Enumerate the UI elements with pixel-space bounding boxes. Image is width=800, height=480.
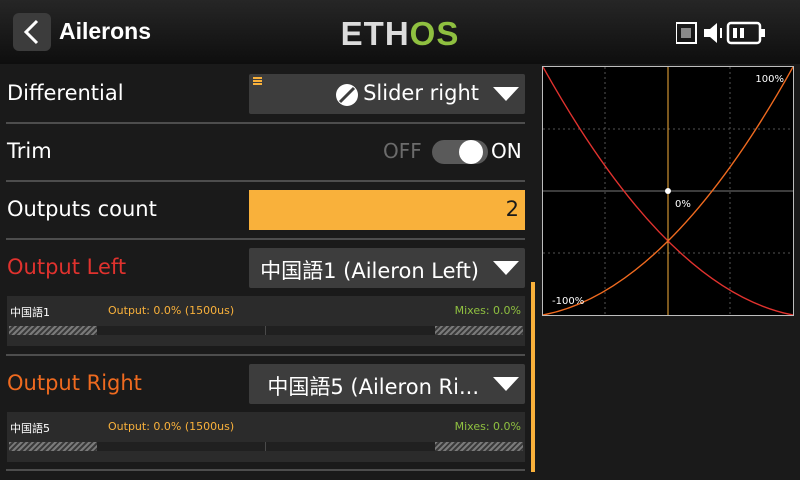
chevron-left-icon xyxy=(23,19,39,45)
output-left-select[interactable]: 中国語1 (Aileron Left) xyxy=(249,248,525,288)
menu-icon xyxy=(253,77,262,85)
outputs-count-label: Outputs count xyxy=(7,197,157,221)
monitor-channel-name: 中国語1 xyxy=(10,306,50,319)
center-label: 0% xyxy=(675,199,691,210)
divider xyxy=(6,180,525,182)
divider xyxy=(6,469,525,471)
back-button[interactable] xyxy=(13,13,51,51)
divider xyxy=(6,122,525,124)
monitor-mixes-value: Mixes: 0.0% xyxy=(454,420,521,433)
chevron-down-icon xyxy=(493,87,519,101)
center-point xyxy=(665,188,671,194)
monitor-channel-name: 中国語5 xyxy=(10,422,50,435)
curve-svg: 100% 0% -100% xyxy=(543,67,793,315)
output-left-value: 中国語1 (Aileron Left) xyxy=(260,259,479,283)
differential-value: Slider right xyxy=(363,81,479,105)
speaker-icon xyxy=(704,23,722,43)
output-right-select[interactable]: 中国語5 (Aileron Ri... xyxy=(249,364,525,404)
output-right-label: Output Right xyxy=(7,371,142,395)
trim-on-label: ON xyxy=(491,139,522,163)
output-bar-limit-left xyxy=(9,326,97,335)
top-label: 100% xyxy=(755,74,784,85)
square-indicator-icon xyxy=(676,22,697,44)
trim-label: Trim xyxy=(7,139,52,163)
differential-label: Differential xyxy=(7,81,124,105)
divider xyxy=(6,238,525,240)
battery-icon xyxy=(726,21,765,45)
scrollbar[interactable] xyxy=(531,282,535,472)
trim-off-label: OFF xyxy=(383,139,422,163)
output-left-label: Output Left xyxy=(7,255,127,279)
page-title: Ailerons xyxy=(59,18,152,44)
output-bar-center xyxy=(265,442,266,451)
differential-select[interactable]: Slider right xyxy=(249,74,525,114)
ethos-logo: ETHOS xyxy=(341,15,460,52)
output-right-value: 中国語5 (Aileron Ri... xyxy=(267,375,479,399)
bottom-label: -100% xyxy=(552,296,584,307)
outputs-count-value: 2 xyxy=(505,197,519,221)
slash-circle-icon xyxy=(336,84,358,106)
output-left-monitor: 中国語1 Output: 0.0% (1500us) Mixes: 0.0% xyxy=(7,296,525,346)
output-bar-limit-right xyxy=(435,326,523,335)
monitor-mixes-value: Mixes: 0.0% xyxy=(454,304,521,317)
output-right-monitor: 中国語5 Output: 0.0% (1500us) Mixes: 0.0% xyxy=(7,412,525,462)
differential-curve-graph: 100% 0% -100% xyxy=(542,66,794,316)
top-bar: Ailerons ETHOS xyxy=(0,0,800,64)
outputs-count-field[interactable]: 2 xyxy=(249,190,525,230)
monitor-output-value: Output: 0.0% (1500us) xyxy=(108,304,235,317)
monitor-output-value: Output: 0.0% (1500us) xyxy=(108,420,235,433)
status-icons xyxy=(676,21,765,45)
chevron-down-icon xyxy=(493,377,519,391)
svg-text:ETHOS: ETHOS xyxy=(341,15,460,52)
output-bar-limit-left xyxy=(9,442,97,451)
divider xyxy=(6,354,525,356)
output-bar-center xyxy=(265,326,266,335)
trim-toggle-knob[interactable] xyxy=(459,140,483,164)
chevron-down-icon xyxy=(493,261,519,275)
output-bar-limit-right xyxy=(435,442,523,451)
